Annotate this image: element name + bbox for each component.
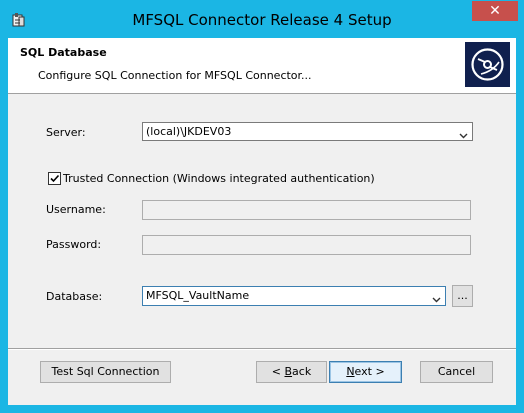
server-label: Server: (46, 126, 86, 139)
browse-database-button[interactable]: ... (452, 285, 473, 307)
page-title: SQL Database (20, 46, 107, 59)
back-button-rest: ack (292, 365, 312, 378)
trusted-connection-label[interactable]: Trusted Connection (Windows integrated a… (63, 172, 375, 185)
close-icon: ✕ (489, 3, 501, 19)
back-button-mnemonic: B (284, 365, 293, 378)
test-sql-connection-button[interactable]: Test Sql Connection (40, 361, 171, 383)
next-button[interactable]: Next > (329, 361, 402, 383)
password-label: Password: (46, 238, 102, 251)
wizard-banner: SQL Database Configure SQL Connection fo… (8, 38, 516, 94)
setup-window: MFSQL Connector Release 4 Setup ✕ SQL Da… (0, 0, 524, 413)
window-title: MFSQL Connector Release 4 Setup (132, 11, 392, 29)
chevron-down-icon[interactable] (432, 293, 441, 303)
page-subtitle: Configure SQL Connection for MFSQL Conne… (38, 69, 312, 82)
database-combobox[interactable]: MFSQL_VaultName (142, 286, 446, 306)
disc-logo-icon (465, 42, 510, 87)
cancel-button[interactable]: Cancel (420, 361, 493, 383)
next-button-rest: ext > (354, 365, 385, 378)
username-label: Username: (46, 203, 106, 216)
title-bar[interactable]: MFSQL Connector Release 4 Setup ✕ (0, 0, 524, 38)
next-button-mnemonic: N (346, 365, 355, 378)
server-combobox[interactable]: (local)\JKDEV03 (142, 122, 473, 141)
password-field[interactable] (142, 235, 471, 255)
database-label: Database: (46, 290, 103, 303)
checkmark-icon (50, 174, 60, 183)
server-value: (local)\JKDEV03 (146, 125, 232, 138)
dialog-body: SQL Database Configure SQL Connection fo… (8, 38, 516, 405)
username-field[interactable] (142, 200, 471, 220)
back-button-prefix: < (271, 365, 285, 378)
footer-divider (8, 348, 516, 350)
chevron-down-icon[interactable] (459, 129, 468, 139)
database-value: MFSQL_VaultName (146, 289, 250, 302)
back-button[interactable]: < Back (256, 361, 327, 383)
trusted-connection-checkbox[interactable] (48, 172, 61, 185)
close-button[interactable]: ✕ (472, 1, 518, 21)
